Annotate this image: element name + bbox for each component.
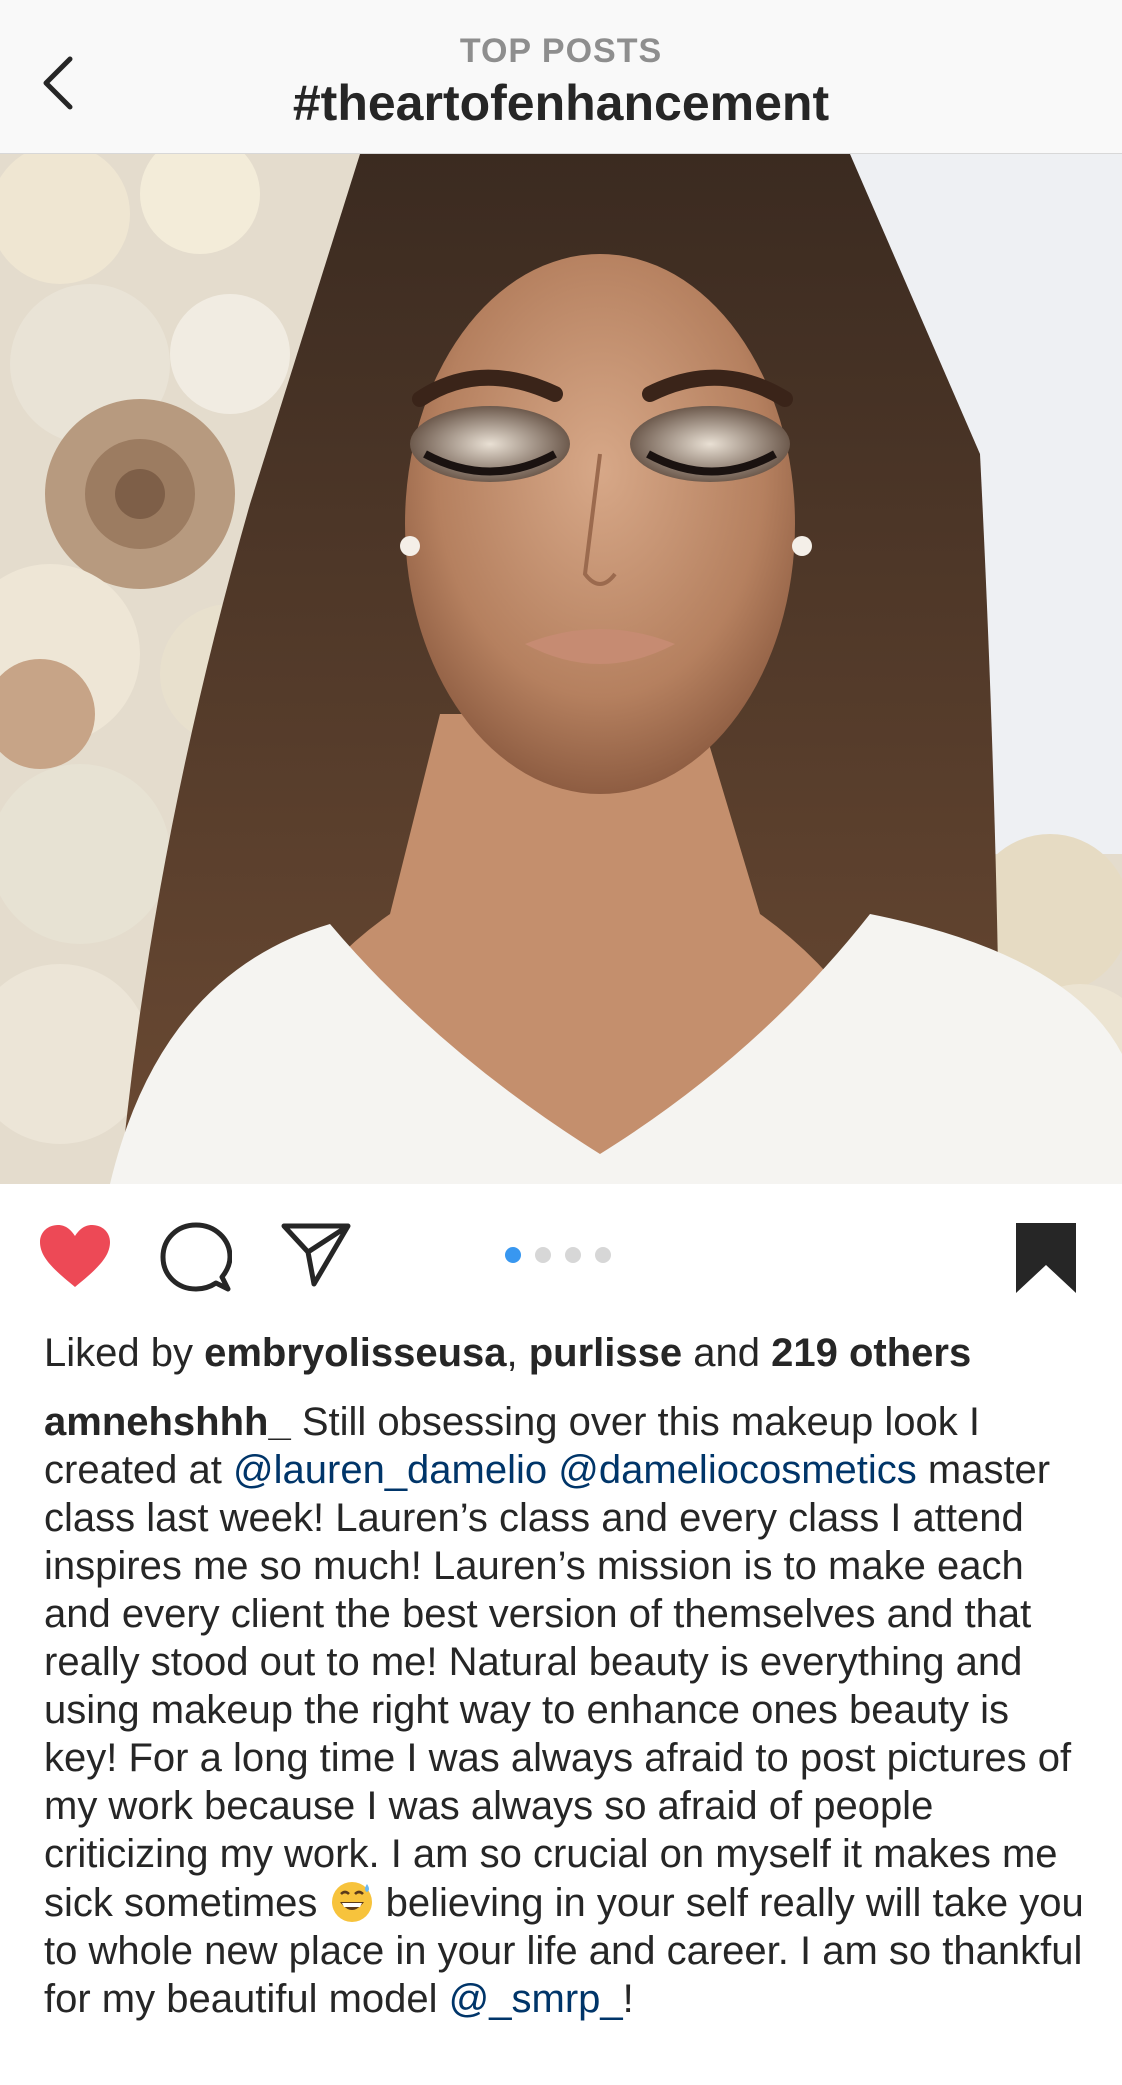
likes-others-link[interactable]: 219 others: [771, 1331, 971, 1375]
mention-link[interactable]: @lauren_damelio: [233, 1448, 547, 1492]
heart-filled-icon: [40, 1225, 110, 1287]
caption-space: [547, 1448, 558, 1492]
liker-username-link[interactable]: purlisse: [529, 1331, 682, 1375]
caption-text: master class last week! Lauren’s class a…: [44, 1448, 1072, 1925]
likes-prefix: Liked by: [44, 1331, 205, 1375]
carousel-dot: [595, 1247, 611, 1263]
header-subtitle: TOP POSTS: [459, 32, 663, 70]
likes-separator: ,: [506, 1331, 529, 1375]
bookmark-filled-icon: [1016, 1223, 1076, 1293]
post-photo[interactable]: [0, 154, 1122, 1184]
save-button[interactable]: [1014, 1221, 1078, 1300]
liker-username-link[interactable]: embryolisseusa: [204, 1331, 506, 1375]
grinning-sweat-emoji: [331, 1882, 372, 1922]
top-bar: TOP POSTS #theartofenhancement: [0, 0, 1122, 154]
mention-link[interactable]: @_smrp_: [449, 1977, 623, 2021]
carousel-dot-active: [505, 1247, 521, 1263]
comment-button[interactable]: [160, 1221, 233, 1298]
hashtag-title: #theartofenhancement: [292, 75, 830, 131]
comment-icon: [160, 1222, 233, 1292]
carousel-indicator: [505, 1247, 611, 1263]
direct-share-icon: [281, 1223, 351, 1287]
post-caption: amnehshhh_ Still obsessing over this mak…: [44, 1398, 1084, 2023]
carousel-dot: [535, 1247, 551, 1263]
caption-username-link[interactable]: amnehshhh_: [44, 1400, 291, 1444]
likes-and: and: [682, 1331, 772, 1375]
share-button[interactable]: [280, 1222, 352, 1293]
likes-summary: Liked by embryolisseusa, purlisse and 21…: [44, 1328, 1094, 1378]
caption-text: !: [622, 1977, 634, 2021]
mention-link[interactable]: @dameliocosmetics: [558, 1448, 917, 1492]
carousel-dot: [565, 1247, 581, 1263]
like-button[interactable]: [38, 1223, 112, 1294]
